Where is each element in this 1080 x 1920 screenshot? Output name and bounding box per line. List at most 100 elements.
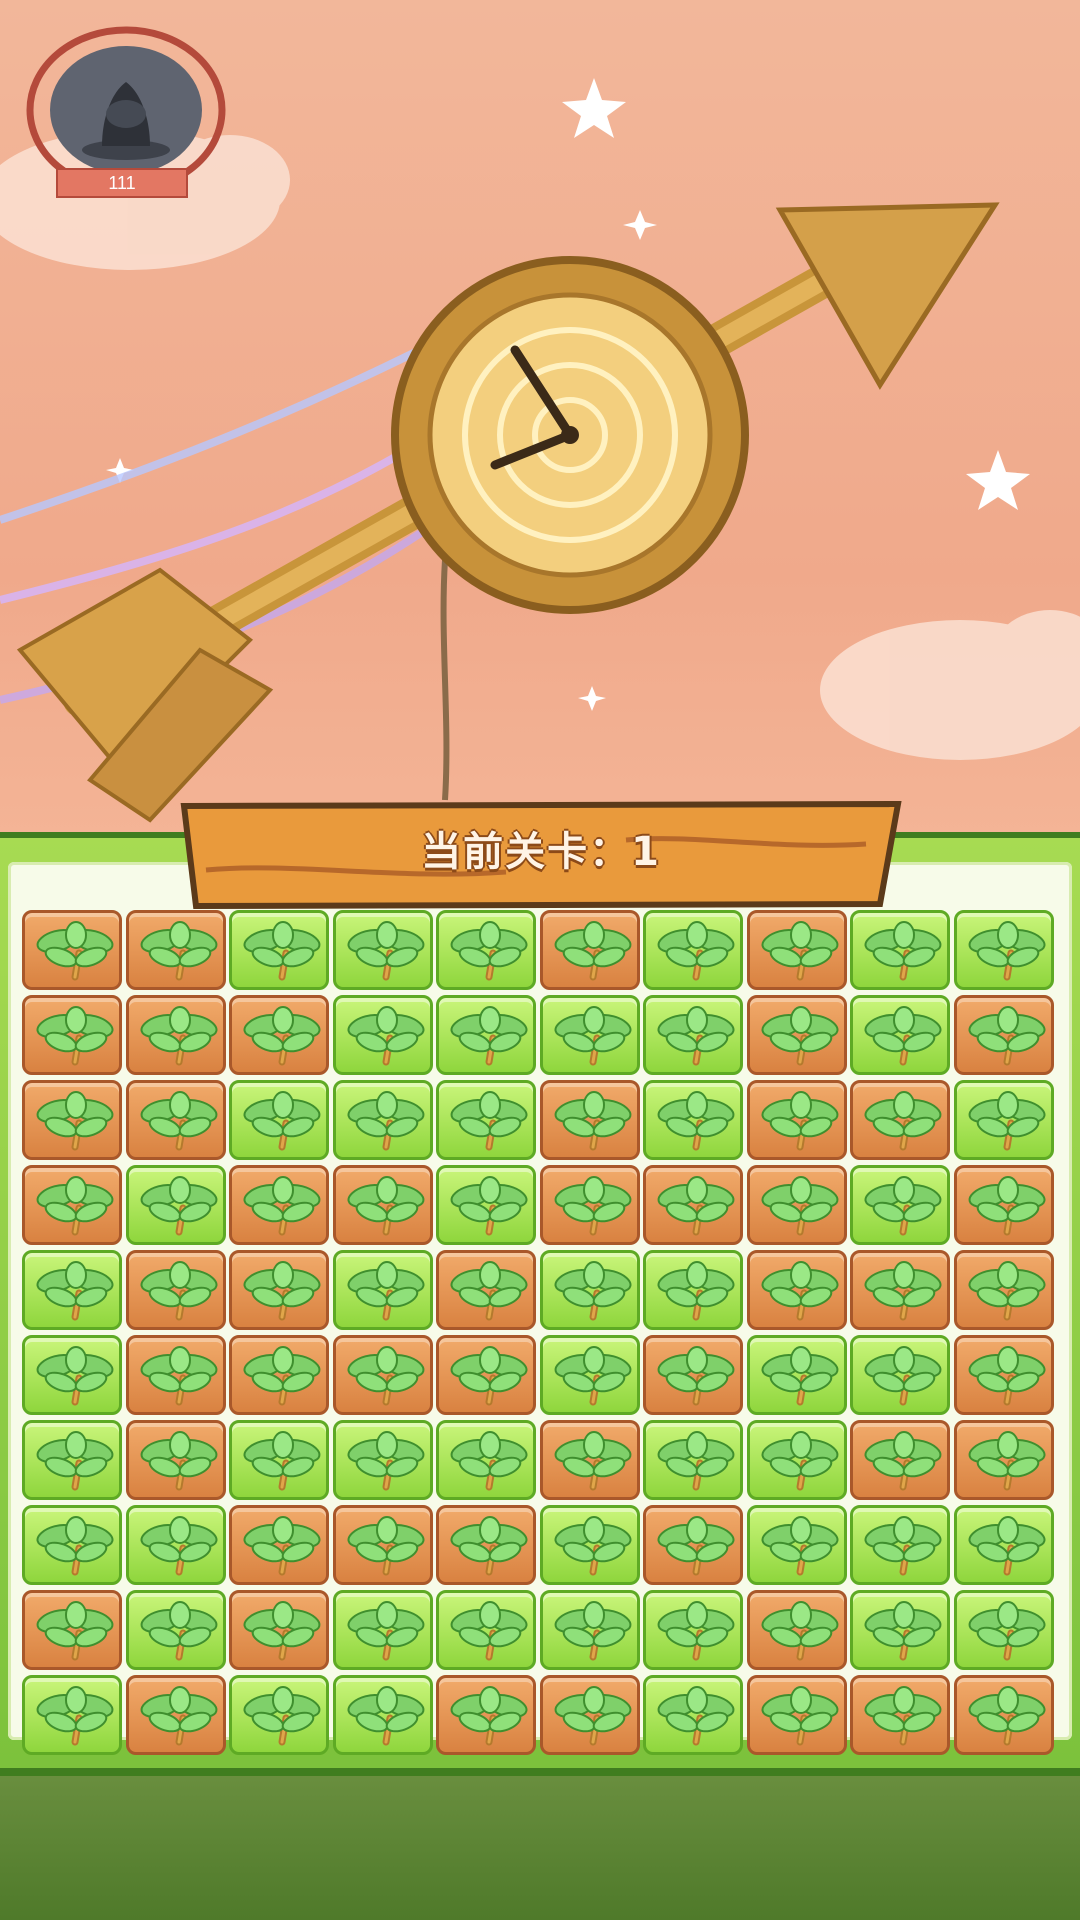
board-tile[interactable] — [643, 910, 743, 990]
board-tile[interactable] — [643, 1250, 743, 1330]
board-tile[interactable] — [332, 1420, 433, 1500]
board-tile[interactable] — [125, 1675, 226, 1755]
board-tile[interactable] — [229, 1250, 329, 1330]
board-tile[interactable] — [953, 1335, 1054, 1415]
board-tile[interactable] — [229, 1675, 329, 1755]
board-tile[interactable] — [22, 1675, 122, 1755]
board-tile[interactable] — [539, 1505, 640, 1585]
board-tile[interactable] — [229, 1505, 329, 1585]
board-tile[interactable] — [22, 1590, 122, 1670]
board-tile[interactable] — [746, 1250, 847, 1330]
board-tile[interactable] — [229, 1335, 329, 1415]
board-tile[interactable] — [436, 1590, 536, 1670]
board-tile[interactable] — [850, 1250, 950, 1330]
board-tile[interactable] — [332, 1505, 433, 1585]
board-tile[interactable] — [22, 1505, 122, 1585]
board-tile[interactable] — [436, 1335, 536, 1415]
board-tile[interactable] — [436, 1250, 536, 1330]
board-tile[interactable] — [436, 1080, 536, 1160]
board-tile[interactable] — [953, 1590, 1054, 1670]
board-tile[interactable] — [643, 1675, 743, 1755]
board-tile[interactable] — [436, 1420, 536, 1500]
board-tile[interactable] — [125, 1335, 226, 1415]
board-tile[interactable] — [643, 1165, 743, 1245]
board-tile[interactable] — [643, 1080, 743, 1160]
board-tile[interactable] — [746, 1675, 847, 1755]
board-tile[interactable] — [850, 995, 950, 1075]
board-tile[interactable] — [332, 1250, 433, 1330]
board-tile[interactable] — [125, 1250, 226, 1330]
board-tile[interactable] — [332, 1590, 433, 1670]
board-tile[interactable] — [746, 1165, 847, 1245]
board-tile[interactable] — [22, 1335, 122, 1415]
board-tile[interactable] — [953, 995, 1054, 1075]
board-tile[interactable] — [229, 995, 329, 1075]
board-tile[interactable] — [643, 995, 743, 1075]
board-tile[interactable] — [746, 1420, 847, 1500]
board-tile[interactable] — [850, 1675, 950, 1755]
board-tile[interactable] — [539, 1590, 640, 1670]
board-tile[interactable] — [539, 1165, 640, 1245]
board-tile[interactable] — [332, 995, 433, 1075]
board-tile[interactable] — [436, 1165, 536, 1245]
board-tile[interactable] — [850, 1420, 950, 1500]
board-tile[interactable] — [22, 1420, 122, 1500]
board-tile[interactable] — [125, 1420, 226, 1500]
board-tile[interactable] — [539, 1080, 640, 1160]
board-tile[interactable] — [125, 1505, 226, 1585]
board-tile[interactable] — [953, 1505, 1054, 1585]
board-tile[interactable] — [953, 1165, 1054, 1245]
board-tile[interactable] — [229, 1590, 329, 1670]
board-tile[interactable] — [850, 1165, 950, 1245]
board-tile[interactable] — [125, 1080, 226, 1160]
board-tile[interactable] — [436, 1675, 536, 1755]
board-tile[interactable] — [229, 1165, 329, 1245]
board-tile[interactable] — [850, 910, 950, 990]
board-tile[interactable] — [953, 1420, 1054, 1500]
board-tile[interactable] — [125, 1165, 226, 1245]
board-tile[interactable] — [539, 1420, 640, 1500]
board-tile[interactable] — [22, 910, 122, 990]
board-tile[interactable] — [953, 910, 1054, 990]
board-tile[interactable] — [953, 1675, 1054, 1755]
board-tile[interactable] — [643, 1420, 743, 1500]
board-tile[interactable] — [539, 1335, 640, 1415]
board-tile[interactable] — [436, 995, 536, 1075]
board-tile[interactable] — [22, 995, 122, 1075]
board-tile[interactable] — [746, 1505, 847, 1585]
board-tile[interactable] — [953, 1080, 1054, 1160]
board-tile[interactable] — [332, 1165, 433, 1245]
board-tile[interactable] — [229, 910, 329, 990]
board-tile[interactable] — [229, 1420, 329, 1500]
board-tile[interactable] — [22, 1250, 122, 1330]
board-tile[interactable] — [850, 1080, 950, 1160]
board-tile[interactable] — [746, 995, 847, 1075]
board-tile[interactable] — [643, 1335, 743, 1415]
board-tile[interactable] — [436, 910, 536, 990]
board-tile[interactable] — [125, 910, 226, 990]
board-tile[interactable] — [746, 910, 847, 990]
board-tile[interactable] — [746, 1590, 847, 1670]
board-tile[interactable] — [125, 1590, 226, 1670]
board-tile[interactable] — [22, 1165, 122, 1245]
board-tile[interactable] — [332, 1335, 433, 1415]
board-tile[interactable] — [539, 1250, 640, 1330]
board-tile[interactable] — [539, 910, 640, 990]
board-tile[interactable] — [746, 1335, 847, 1415]
board-tile[interactable] — [125, 995, 226, 1075]
board-tile[interactable] — [746, 1080, 847, 1160]
board-tile[interactable] — [332, 910, 433, 990]
board-tile[interactable] — [643, 1505, 743, 1585]
board-tile[interactable] — [229, 1080, 329, 1160]
board-tile[interactable] — [332, 1080, 433, 1160]
board-tile[interactable] — [539, 995, 640, 1075]
board-tile[interactable] — [22, 1080, 122, 1160]
board-tile[interactable] — [850, 1590, 950, 1670]
board-tile[interactable] — [436, 1505, 536, 1585]
board-tile[interactable] — [850, 1335, 950, 1415]
board-tile[interactable] — [332, 1675, 433, 1755]
board-tile[interactable] — [850, 1505, 950, 1585]
board-tile[interactable] — [539, 1675, 640, 1755]
board-tile[interactable] — [643, 1590, 743, 1670]
board-tile[interactable] — [953, 1250, 1054, 1330]
